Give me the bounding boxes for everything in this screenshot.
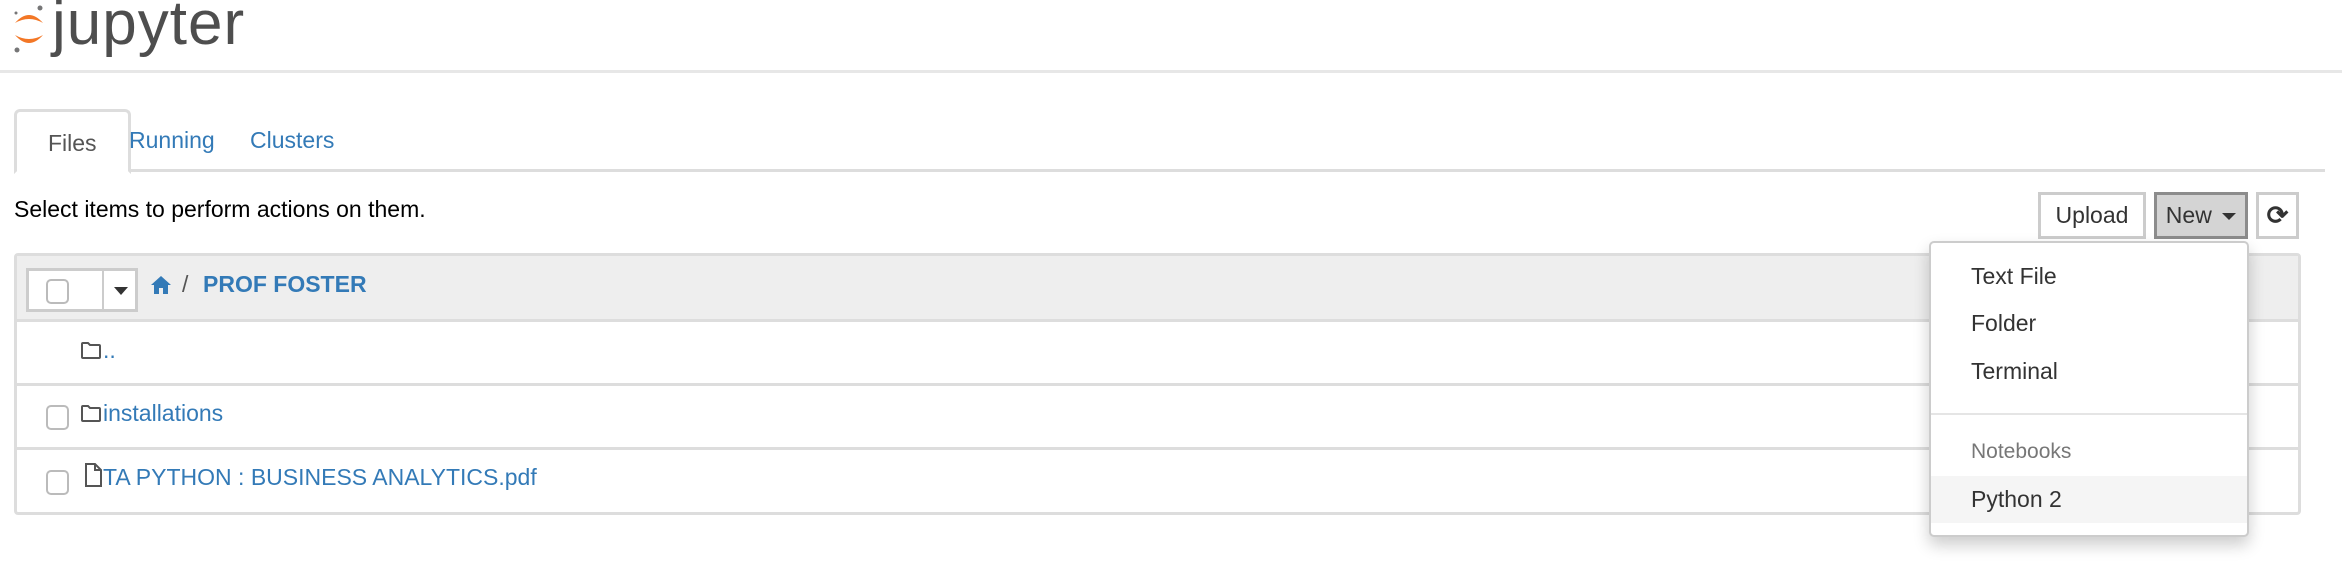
breadcrumb-separator: / [182, 271, 189, 297]
file-name-link[interactable]: .. [103, 337, 116, 364]
menu-item-text-file[interactable]: Text File [1931, 253, 2247, 299]
select-all-dropdown [26, 268, 138, 312]
row-checkbox[interactable] [46, 405, 69, 430]
tab-clusters[interactable]: Clusters [215, 109, 369, 169]
menu-item-python-2[interactable]: Python 2 [1931, 476, 2247, 523]
refresh-button[interactable]: ⟳ [2256, 192, 2299, 239]
jupyter-logo-text[interactable]: jupyter [52, 0, 245, 59]
jupyter-logo-icon [14, 5, 43, 53]
menu-item-folder[interactable]: Folder [1931, 300, 2247, 346]
caret-down-icon [2222, 213, 2237, 221]
file-name-link[interactable]: installations [103, 400, 223, 427]
breadcrumb-current-folder[interactable]: PROF FOSTER [203, 271, 367, 298]
menu-header-notebooks: Notebooks [1971, 440, 2072, 463]
new-dropdown-menu: Text File Folder Terminal Notebooks Pyth… [1929, 241, 2249, 537]
selection-hint: Select items to perform actions on them. [14, 196, 426, 222]
menu-item-terminal[interactable]: Terminal [1931, 348, 2247, 394]
caret-down-icon [114, 287, 128, 295]
file-icon [85, 463, 102, 487]
folder-icon [81, 405, 101, 422]
row-checkbox[interactable] [46, 470, 69, 495]
folder-icon [81, 342, 101, 359]
new-button-label: New [2165, 202, 2212, 228]
refresh-icon: ⟳ [2266, 200, 2289, 230]
file-name-link[interactable]: TA PYTHON : BUSINESS ANALYTICS.pdf [103, 464, 537, 491]
home-icon[interactable] [151, 276, 171, 294]
tab-bar: Files Running Clusters [14, 109, 2325, 174]
menu-divider [1931, 413, 2247, 415]
upload-button[interactable]: Upload [2038, 192, 2146, 239]
select-all-checkbox[interactable] [46, 279, 69, 304]
new-button[interactable]: New [2154, 192, 2248, 239]
select-menu-toggle[interactable] [102, 271, 137, 309]
header-bar: jupyter [0, 0, 2342, 73]
